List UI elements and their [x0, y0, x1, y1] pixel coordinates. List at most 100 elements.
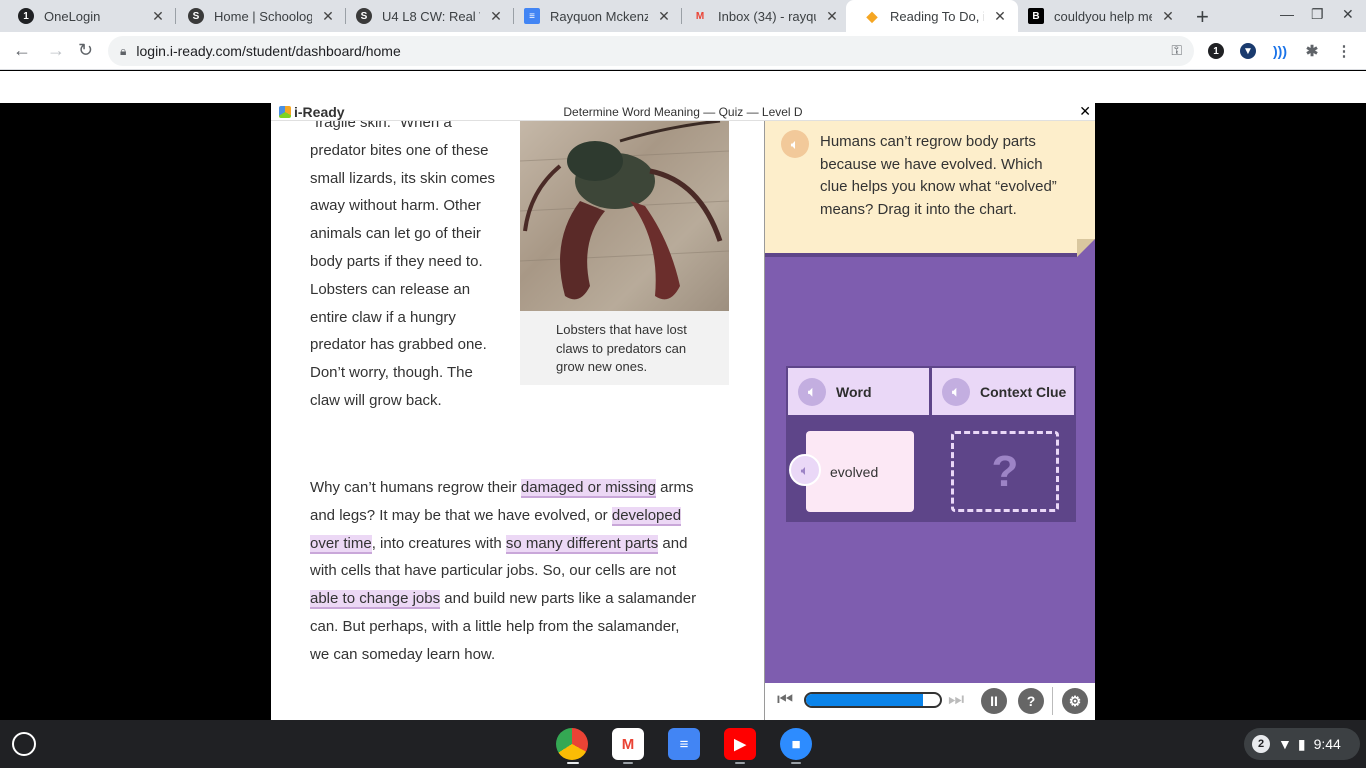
running-indicator	[623, 762, 633, 764]
image-caption: Lobsters that have lost claws to predato…	[556, 322, 687, 374]
passage-line: predator has grabbed one.	[310, 336, 487, 354]
chrome-app-icon[interactable]	[556, 728, 588, 760]
header-label: Context Clue	[980, 383, 1067, 400]
tab-brainly[interactable]: B couldyou help meh ✕	[1010, 0, 1186, 32]
speaker-icon[interactable]: 🔈︎	[781, 130, 809, 158]
text-span: arms	[656, 479, 694, 496]
next-icon[interactable]: ⏭	[948, 689, 964, 710]
docs-favicon-icon: ≡	[524, 8, 540, 24]
page-fold-decoration	[1077, 239, 1095, 257]
passage-paragraph-1: “fragile skin.” When a predator bites on…	[310, 121, 495, 415]
passage-line: predator bites one of these	[310, 141, 489, 159]
password-key-icon[interactable]: ⚿	[1171, 42, 1182, 59]
address-bar[interactable]: 🔒︎ login.i-ready.com/student/dashboard/h…	[108, 36, 1194, 66]
wifi-icon: ▼	[1278, 736, 1292, 752]
player-controls: ⏮ ⏭ II ? ⚙	[765, 683, 1095, 720]
speaker-icon[interactable]: 🔈︎	[789, 454, 821, 486]
tab-schoology-home[interactable]: S Home | Schoology ✕	[170, 0, 346, 32]
highlighted-clue[interactable]: so many different parts	[505, 534, 659, 554]
tab-schoology-cw[interactable]: S U4 L8 CW: Real Wo ✕	[338, 0, 514, 32]
close-tab-icon[interactable]: ✕	[150, 8, 166, 25]
new-tab-button[interactable]: +	[1196, 4, 1209, 30]
url-text: login.i-ready.com/student/dashboard/home	[136, 43, 401, 59]
gmail-app-icon[interactable]: M	[612, 728, 644, 760]
text-span: , into creatures with	[371, 534, 506, 552]
clock-time: 9:44	[1313, 736, 1341, 752]
tab-google-docs[interactable]: ≡ Rayquon Mckenzie ✕	[506, 0, 682, 32]
word-clue-chart: 🔈︎ Word 🔈︎ Context Clue 🔈︎ evolved ?	[786, 366, 1076, 522]
onelogin-favicon-icon: 1	[18, 8, 34, 24]
forward-icon[interactable]: →	[47, 40, 65, 61]
status-tray[interactable]: 2 ▼ ▮ 9:44	[1244, 728, 1360, 760]
close-tab-icon[interactable]: ✕	[320, 8, 336, 25]
close-tab-icon[interactable]: ✕	[1160, 8, 1176, 25]
highlighted-clue[interactable]: able to change jobs	[310, 590, 441, 610]
speaker-icon[interactable]: 🔈︎	[942, 377, 970, 406]
lobster-photo	[520, 121, 729, 311]
passage-line: “fragile skin.” When a	[310, 121, 452, 131]
settings-gear-icon[interactable]: ⚙	[1062, 688, 1088, 714]
word-cell: 🔈︎ evolved	[786, 418, 931, 519]
tab-title: Reading To Do, i-Re	[890, 8, 984, 24]
progress-fill	[806, 694, 923, 706]
extensions-puzzle-icon[interactable]: ✱	[1304, 43, 1320, 60]
quiz-close-icon[interactable]: ✕	[1079, 103, 1091, 120]
menu-kebab-icon[interactable]: ⋮	[1336, 43, 1352, 60]
lock-icon: 🔒︎	[120, 43, 127, 58]
close-tab-icon[interactable]: ✕	[824, 8, 840, 25]
previous-icon[interactable]: ⏮	[777, 689, 793, 710]
highlighted-clue[interactable]: damaged or missing	[520, 479, 656, 498]
tab-title: Rayquon Mckenzie	[550, 8, 648, 24]
read-aloud-extension-icon[interactable]: )))	[1272, 43, 1288, 59]
minimize-icon[interactable]: —	[1280, 6, 1294, 22]
tab-iready-active[interactable]: ◆ Reading To Do, i-Re ✕	[846, 0, 1018, 32]
highlighted-clue[interactable]: developed	[611, 506, 682, 526]
tab-title: Inbox (34) - rayquo	[718, 8, 816, 24]
shield-extension-icon[interactable]: ▼	[1240, 43, 1256, 59]
zoom-app-icon[interactable]: ■	[780, 728, 812, 760]
passage-line: with cells that have particular jobs. So…	[310, 562, 677, 580]
reload-icon[interactable]: ↻	[78, 40, 93, 61]
tab-title: couldyou help meh	[1054, 8, 1152, 24]
browser-toolbar: ← → ↻ 🔒︎ login.i-ready.com/student/dashb…	[0, 32, 1366, 70]
text-span: and	[658, 534, 688, 552]
passage-line: we can someday learn how.	[310, 645, 496, 663]
highlighted-clue[interactable]: over time	[310, 534, 372, 554]
reading-passage[interactable]: “fragile skin.” When a predator bites on…	[271, 121, 764, 720]
passage-line: animals can let go of their	[310, 225, 481, 243]
back-icon[interactable]: ←	[13, 40, 31, 61]
passage-paragraph-2: Why can’t humans regrow their damaged or…	[310, 474, 750, 669]
controls-separator	[1052, 687, 1053, 715]
tab-gmail[interactable]: M Inbox (34) - rayquo ✕	[674, 0, 850, 32]
passage-line: can. But perhaps, with a little help fro…	[310, 617, 680, 635]
battery-icon: ▮	[1297, 735, 1306, 752]
text-span: and build new parts like a salamander	[440, 590, 697, 608]
running-indicator	[735, 762, 745, 764]
onelogin-extension-icon[interactable]: 1	[1208, 43, 1224, 59]
close-tab-icon[interactable]: ✕	[992, 8, 1008, 25]
question-box: 🔈︎ Humans can’t regrow body parts becaus…	[765, 121, 1095, 257]
word-card: evolved	[806, 431, 914, 512]
docs-app-icon[interactable]: ≡	[668, 728, 700, 760]
speaker-icon[interactable]: 🔈︎	[798, 377, 826, 406]
close-tab-icon[interactable]: ✕	[656, 8, 672, 25]
running-indicator	[791, 762, 801, 764]
launcher-icon[interactable]	[12, 732, 36, 756]
running-indicator	[567, 762, 579, 764]
pause-button[interactable]: II	[981, 688, 1007, 714]
passage-line: Why can’t humans regrow their damaged or…	[310, 474, 750, 502]
help-button[interactable]: ?	[1018, 688, 1044, 714]
close-tab-icon[interactable]: ✕	[488, 8, 504, 25]
tab-onelogin[interactable]: 1 OneLogin ✕	[0, 0, 176, 32]
passage-line: Don’t worry, though. The	[310, 364, 473, 382]
youtube-app-icon[interactable]: ▶	[724, 728, 756, 760]
text-span: and legs? It may be that we have evolved…	[310, 506, 612, 524]
os-shelf: M ≡ ▶ ■ 2 ▼ ▮ 9:44	[0, 720, 1366, 768]
restore-icon[interactable]: ❐	[1311, 6, 1324, 23]
window-close-icon[interactable]: ✕	[1342, 6, 1354, 23]
schoology-favicon-icon: S	[188, 8, 204, 24]
passage-line: Lobsters can release an	[310, 280, 471, 298]
drop-zone[interactable]: ?	[951, 431, 1059, 512]
question-panel: 🔈︎ Humans can’t regrow body parts becaus…	[765, 121, 1095, 720]
brainly-favicon-icon: B	[1028, 8, 1044, 24]
